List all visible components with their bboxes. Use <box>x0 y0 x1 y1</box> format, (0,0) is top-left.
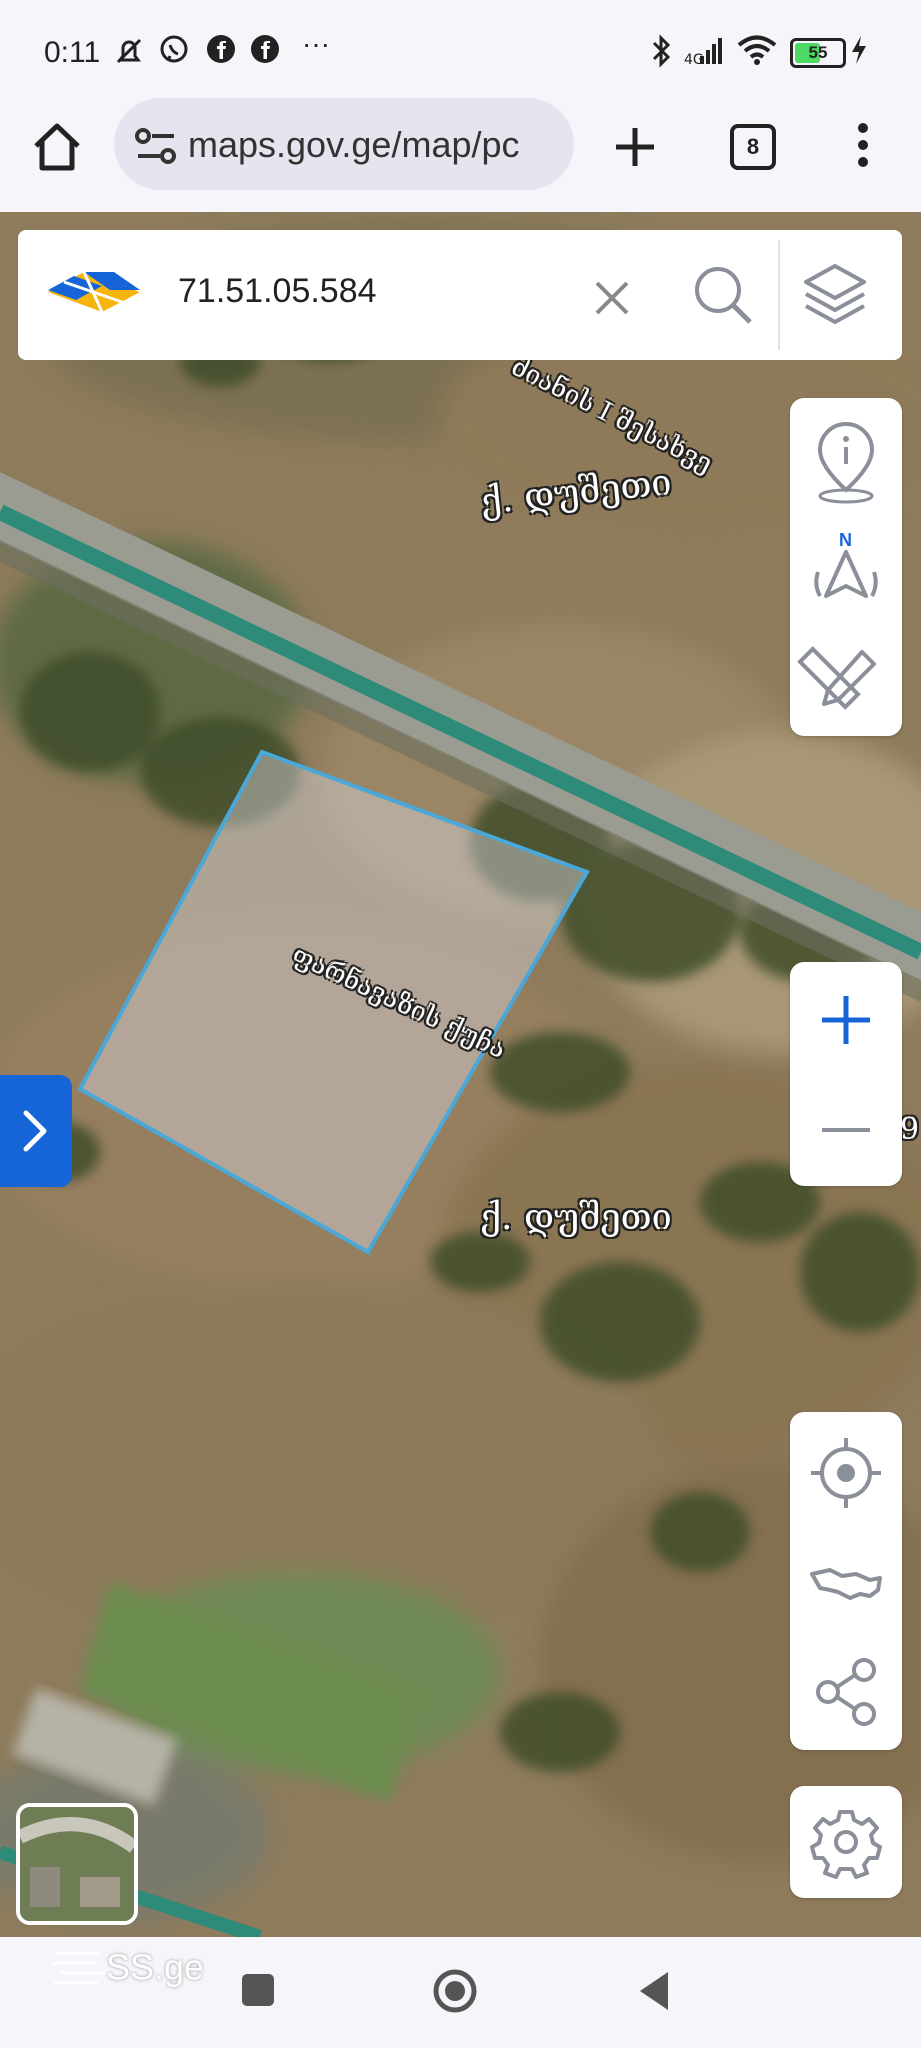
more-vert-icon <box>858 123 868 167</box>
facebook-icon <box>250 34 280 71</box>
signal-icon: 4G <box>684 34 726 73</box>
location-panel <box>790 1412 902 1750</box>
layers-button[interactable] <box>800 260 870 335</box>
map-tools-panel: N <box>790 398 902 736</box>
side-panel-toggle[interactable] <box>0 1075 72 1187</box>
more-notifications-icon: ··· <box>302 28 330 59</box>
watermark-logo-icon <box>52 1951 104 1985</box>
plus-icon <box>822 996 870 1044</box>
search-icon <box>695 267 752 324</box>
chevron-right-icon <box>23 1110 47 1152</box>
town-label: ქ. დუშეთი <box>480 1197 672 1238</box>
search-button[interactable] <box>690 262 756 333</box>
svg-text:N: N <box>839 530 852 550</box>
ruler-pencil-icon <box>797 646 876 710</box>
share-button[interactable] <box>790 1636 902 1746</box>
napr-logo[interactable] <box>44 262 144 327</box>
north-arrow-icon: N <box>814 530 878 598</box>
zoom-in-button[interactable] <box>790 964 902 1074</box>
battery-indicator: 55 <box>790 38 846 68</box>
back-button[interactable] <box>636 1970 672 2017</box>
status-bar: 0:11 ··· 4G 55 <box>0 0 921 105</box>
basemap-switcher[interactable] <box>16 1803 138 1925</box>
url-text[interactable]: maps.gov.ge/map/pc <box>188 124 558 166</box>
clear-search-button[interactable] <box>592 278 632 323</box>
recents-button[interactable] <box>240 1972 276 2013</box>
my-location-button[interactable] <box>790 1418 902 1528</box>
watermark: SS.ge <box>50 1945 204 1995</box>
zoom-out-button[interactable] <box>790 1074 902 1184</box>
back-triangle-icon <box>640 1972 668 2010</box>
status-time: 0:11 <box>44 36 101 69</box>
bluetooth-icon <box>650 34 674 75</box>
georgia-map-icon <box>810 1568 882 1600</box>
watermark-text: SS.ge <box>106 1946 205 1988</box>
tab-switcher-button[interactable]: 8 <box>730 124 776 170</box>
close-icon <box>595 281 629 315</box>
facebook-icon <box>206 34 236 71</box>
zoom-panel <box>790 962 902 1186</box>
home-icon <box>34 123 80 171</box>
full-extent-button[interactable] <box>790 1528 902 1638</box>
crosshair-icon <box>811 1438 881 1508</box>
plus-icon <box>616 128 654 166</box>
circle-icon <box>433 1969 477 2013</box>
home-button[interactable] <box>28 118 82 172</box>
search-input[interactable]: 71.51.05.584 <box>178 272 377 311</box>
battery-level: 55 <box>808 43 828 62</box>
settings-panel <box>790 1786 902 1898</box>
new-tab-button[interactable] <box>612 124 658 175</box>
wifi-icon <box>736 34 778 73</box>
draw-measure-button[interactable] <box>790 624 902 734</box>
map-view[interactable]: ქ. დუშეთი ქ. დუშეთი ფარნავაზის ქუჩა ძიან… <box>0 212 921 1937</box>
satellite-imagery <box>0 212 921 1937</box>
layers-icon <box>804 264 866 324</box>
map-edge-label: 9 <box>900 1112 920 1147</box>
site-settings-icon[interactable] <box>134 126 178 171</box>
settings-button[interactable] <box>790 1786 902 1896</box>
minus-icon <box>822 1128 870 1132</box>
compass-button[interactable]: N <box>790 516 902 626</box>
search-divider <box>778 240 780 350</box>
square-icon <box>242 1974 274 2006</box>
charging-icon <box>848 34 870 73</box>
viber-icon <box>158 34 190 73</box>
home-nav-button[interactable] <box>432 1968 478 2019</box>
search-bar <box>18 230 902 360</box>
info-pin-icon <box>817 422 875 504</box>
gear-icon <box>810 1810 882 1879</box>
basemap-thumbnail <box>20 1807 134 1921</box>
muted-alarm-icon <box>112 34 146 75</box>
share-icon <box>816 1658 876 1726</box>
browser-menu-button[interactable] <box>856 122 870 173</box>
identify-button[interactable] <box>790 406 902 516</box>
